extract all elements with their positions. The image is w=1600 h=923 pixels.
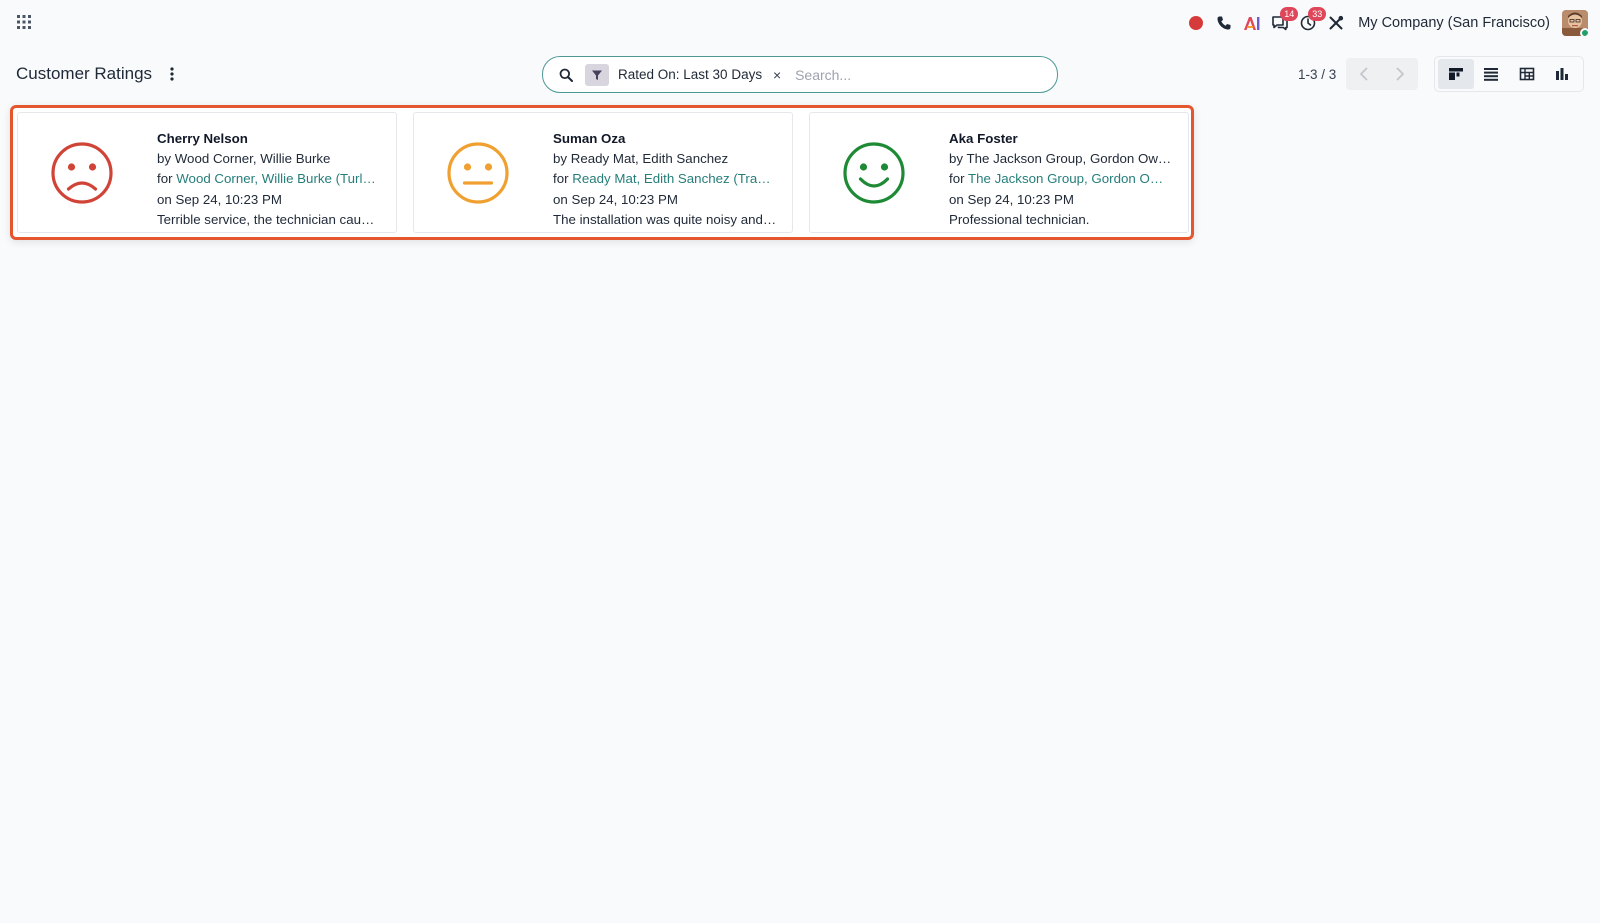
- list-view-icon[interactable]: [1474, 59, 1510, 89]
- tools-wrench-icon[interactable]: [1322, 9, 1350, 37]
- rating-for-line: for Wood Corner, Willie Burke (Turl…: [157, 169, 381, 189]
- by-prefix: by: [553, 151, 568, 167]
- rating-by-line: by Wood Corner, Willie Burke: [157, 149, 381, 169]
- rating-unhappy-face-icon: [50, 141, 114, 205]
- app-menu-grid-icon[interactable]: [14, 12, 34, 32]
- graph-view-bar-chart-icon[interactable]: [1545, 59, 1581, 89]
- rating-card[interactable]: Cherry Nelson by Wood Corner, Willie Bur…: [17, 112, 397, 233]
- for-prefix: for: [949, 171, 965, 187]
- rated-by: The Jackson Group, Gordon Ow…: [966, 151, 1172, 167]
- online-status-dot: [1580, 28, 1588, 36]
- phone-icon[interactable]: [1210, 9, 1238, 37]
- by-prefix: by: [157, 151, 172, 167]
- pager-value[interactable]: 1-3 / 3: [1298, 67, 1336, 82]
- rating-comment: Terrible service, the technician cau…: [157, 211, 375, 227]
- rated-partner-name: Suman Oza: [553, 131, 626, 146]
- rating-card-body: Cherry Nelson by Wood Corner, Willie Bur…: [157, 129, 381, 230]
- pager-next-chevron-right-icon[interactable]: [1382, 58, 1418, 90]
- rating-by-line: by The Jackson Group, Gordon Ow…: [949, 149, 1173, 169]
- facet-label: Rated On: Last 30 Days: [618, 67, 763, 82]
- rated-record-link[interactable]: The Jackson Group, Gordon O…: [968, 171, 1163, 186]
- pager-buttons: [1346, 58, 1419, 90]
- view-switcher: [1434, 56, 1584, 92]
- ai-assistant-icon[interactable]: [1238, 9, 1266, 37]
- rating-for-line: for The Jackson Group, Gordon O…: [949, 169, 1173, 189]
- rating-date: on Sep 24, 10:23 PM: [157, 191, 282, 207]
- rating-by-line: by Ready Mat, Edith Sanchez: [553, 149, 777, 169]
- rating-neutral-face-icon: [446, 141, 510, 205]
- rating-comment: Professional technician.: [949, 211, 1090, 227]
- rating-card[interactable]: Aka Foster by The Jackson Group, Gordon …: [809, 112, 1189, 233]
- rating-comment: The installation was quite noisy and…: [553, 211, 777, 227]
- search-input[interactable]: [795, 59, 1057, 90]
- rating-happy-face-icon: [842, 141, 906, 205]
- rated-partner-name: Cherry Nelson: [157, 131, 248, 146]
- messages-chat-icon[interactable]: 14: [1266, 7, 1299, 37]
- rated-partner-name: Aka Foster: [949, 131, 1018, 146]
- record-indicator-icon[interactable]: [1182, 9, 1210, 37]
- rated-record-link[interactable]: Wood Corner, Willie Burke (Turl…: [176, 171, 376, 186]
- rating-for-line: for Ready Mat, Edith Sanchez (Tra…: [553, 169, 777, 189]
- filter-funnel-icon: [585, 63, 609, 86]
- facet-remove-close-icon[interactable]: ×: [771, 67, 783, 83]
- rating-date: on Sep 24, 10:23 PM: [553, 191, 678, 207]
- activities-clock-icon[interactable]: 33: [1294, 7, 1327, 37]
- rating-card-body: Suman Oza by Ready Mat, Edith Sanchez fo…: [553, 129, 777, 230]
- systray: 14 33 My Company (San Francisco): [1182, 7, 1588, 38]
- rating-card-body: Aka Foster by The Jackson Group, Gordon …: [949, 129, 1173, 230]
- page-title: Customer Ratings: [16, 64, 153, 83]
- top-navbar: 14 33 My Company (San Francisco): [0, 0, 1600, 46]
- rated-record-link[interactable]: Ready Mat, Edith Sanchez (Tra…: [572, 171, 770, 186]
- by-prefix: by: [949, 151, 964, 167]
- kanban-rating-cards-group: Cherry Nelson by Wood Corner, Willie Bur…: [10, 105, 1194, 240]
- user-avatar[interactable]: [1562, 10, 1588, 36]
- search-bar: Rated On: Last 30 Days ×: [542, 56, 1058, 93]
- rated-by: Ready Mat, Edith Sanchez: [570, 151, 729, 167]
- rated-by: Wood Corner, Willie Burke: [174, 151, 331, 167]
- rating-card[interactable]: Suman Oza by Ready Mat, Edith Sanchez fo…: [413, 112, 793, 233]
- search-icon[interactable]: [557, 66, 575, 84]
- pager-previous-chevron-left-icon[interactable]: [1346, 58, 1382, 90]
- kanban-view-icon[interactable]: [1438, 59, 1474, 89]
- rating-date: on Sep 24, 10:23 PM: [949, 191, 1074, 207]
- pager: 1-3 / 3: [1298, 58, 1419, 90]
- company-switcher[interactable]: My Company (San Francisco): [1358, 15, 1550, 31]
- breadcrumb: Customer Ratings: [16, 60, 178, 88]
- for-prefix: for: [157, 171, 173, 187]
- actions-kebab-icon[interactable]: [166, 64, 178, 84]
- pivot-view-table-icon[interactable]: [1509, 59, 1545, 89]
- search-facet: Rated On: Last 30 Days ×: [585, 63, 783, 86]
- for-prefix: for: [553, 171, 569, 187]
